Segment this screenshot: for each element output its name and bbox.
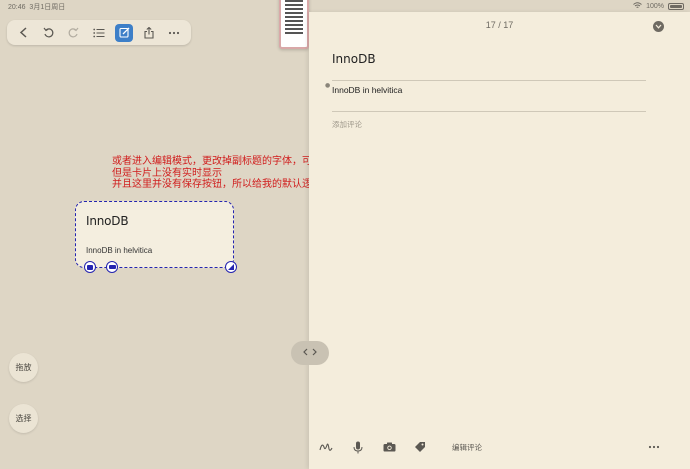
more-icon[interactable]: [648, 439, 660, 452]
panel-bottom-toolbar: 编辑评论: [309, 439, 690, 455]
edit-comment-button[interactable]: 编辑评论: [452, 442, 482, 453]
tag-icon[interactable]: [412, 439, 428, 455]
status-battery: 100%: [633, 2, 684, 11]
drag-button-label: 拖放: [15, 363, 32, 372]
select-button-label: 选择: [15, 414, 32, 423]
status-time: 20:46 3月1日周日: [8, 2, 65, 12]
chevron-right-icon: [312, 348, 317, 359]
handwriting-icon[interactable]: [318, 439, 334, 455]
detail-panel: 17 / 17 InnoDB ● InnoDB in helvitica 添加评…: [309, 12, 690, 469]
chevron-left-icon: [303, 348, 308, 359]
card-title: InnoDB: [86, 214, 129, 228]
screen: 20:46 3月1日周日 100% 或者进入编辑模式，更改掉副标题的字体，可以看…: [0, 0, 690, 469]
comment-input[interactable]: 添加评论: [332, 119, 362, 130]
panel-subtitle[interactable]: InnoDB in helvitica: [332, 85, 402, 95]
divider: [332, 80, 646, 81]
list-icon[interactable]: [90, 24, 108, 42]
thumbnail-content: [285, 0, 303, 36]
undo-icon[interactable]: [40, 24, 58, 42]
comment-handle-icon[interactable]: [84, 261, 96, 273]
divider: [332, 111, 646, 112]
select-button[interactable]: 选择: [9, 404, 38, 433]
status-date-text: 3月1日周日: [29, 4, 66, 11]
drag-button[interactable]: 拖放: [9, 353, 38, 382]
page-thumbnail[interactable]: [279, 0, 309, 49]
note-card[interactable]: InnoDB InnoDB in helvitica: [75, 201, 237, 273]
chevron-down-icon[interactable]: [653, 21, 664, 32]
page-indicator: 17 / 17: [485, 20, 514, 30]
battery-text: 100%: [646, 3, 664, 10]
edit-icon[interactable]: [115, 23, 134, 42]
split-view-handle[interactable]: [291, 341, 329, 365]
camera-icon[interactable]: [381, 439, 397, 455]
toolbar: [7, 20, 191, 45]
share-icon[interactable]: [140, 24, 158, 42]
panel-title[interactable]: InnoDB: [332, 52, 376, 66]
card-subtitle: InnoDB in helvitica: [86, 246, 153, 255]
battery-icon: [668, 3, 684, 10]
back-icon[interactable]: [15, 24, 33, 42]
wifi-icon: [633, 2, 642, 11]
microphone-icon[interactable]: [350, 439, 366, 455]
resize-handle-icon[interactable]: [225, 261, 237, 273]
status-time-text: 20:46: [8, 4, 26, 11]
bullet-icon: ●: [325, 82, 331, 89]
more-icon[interactable]: [165, 24, 183, 42]
link-handle-icon[interactable]: [106, 261, 118, 273]
redo-icon[interactable]: [65, 24, 83, 42]
